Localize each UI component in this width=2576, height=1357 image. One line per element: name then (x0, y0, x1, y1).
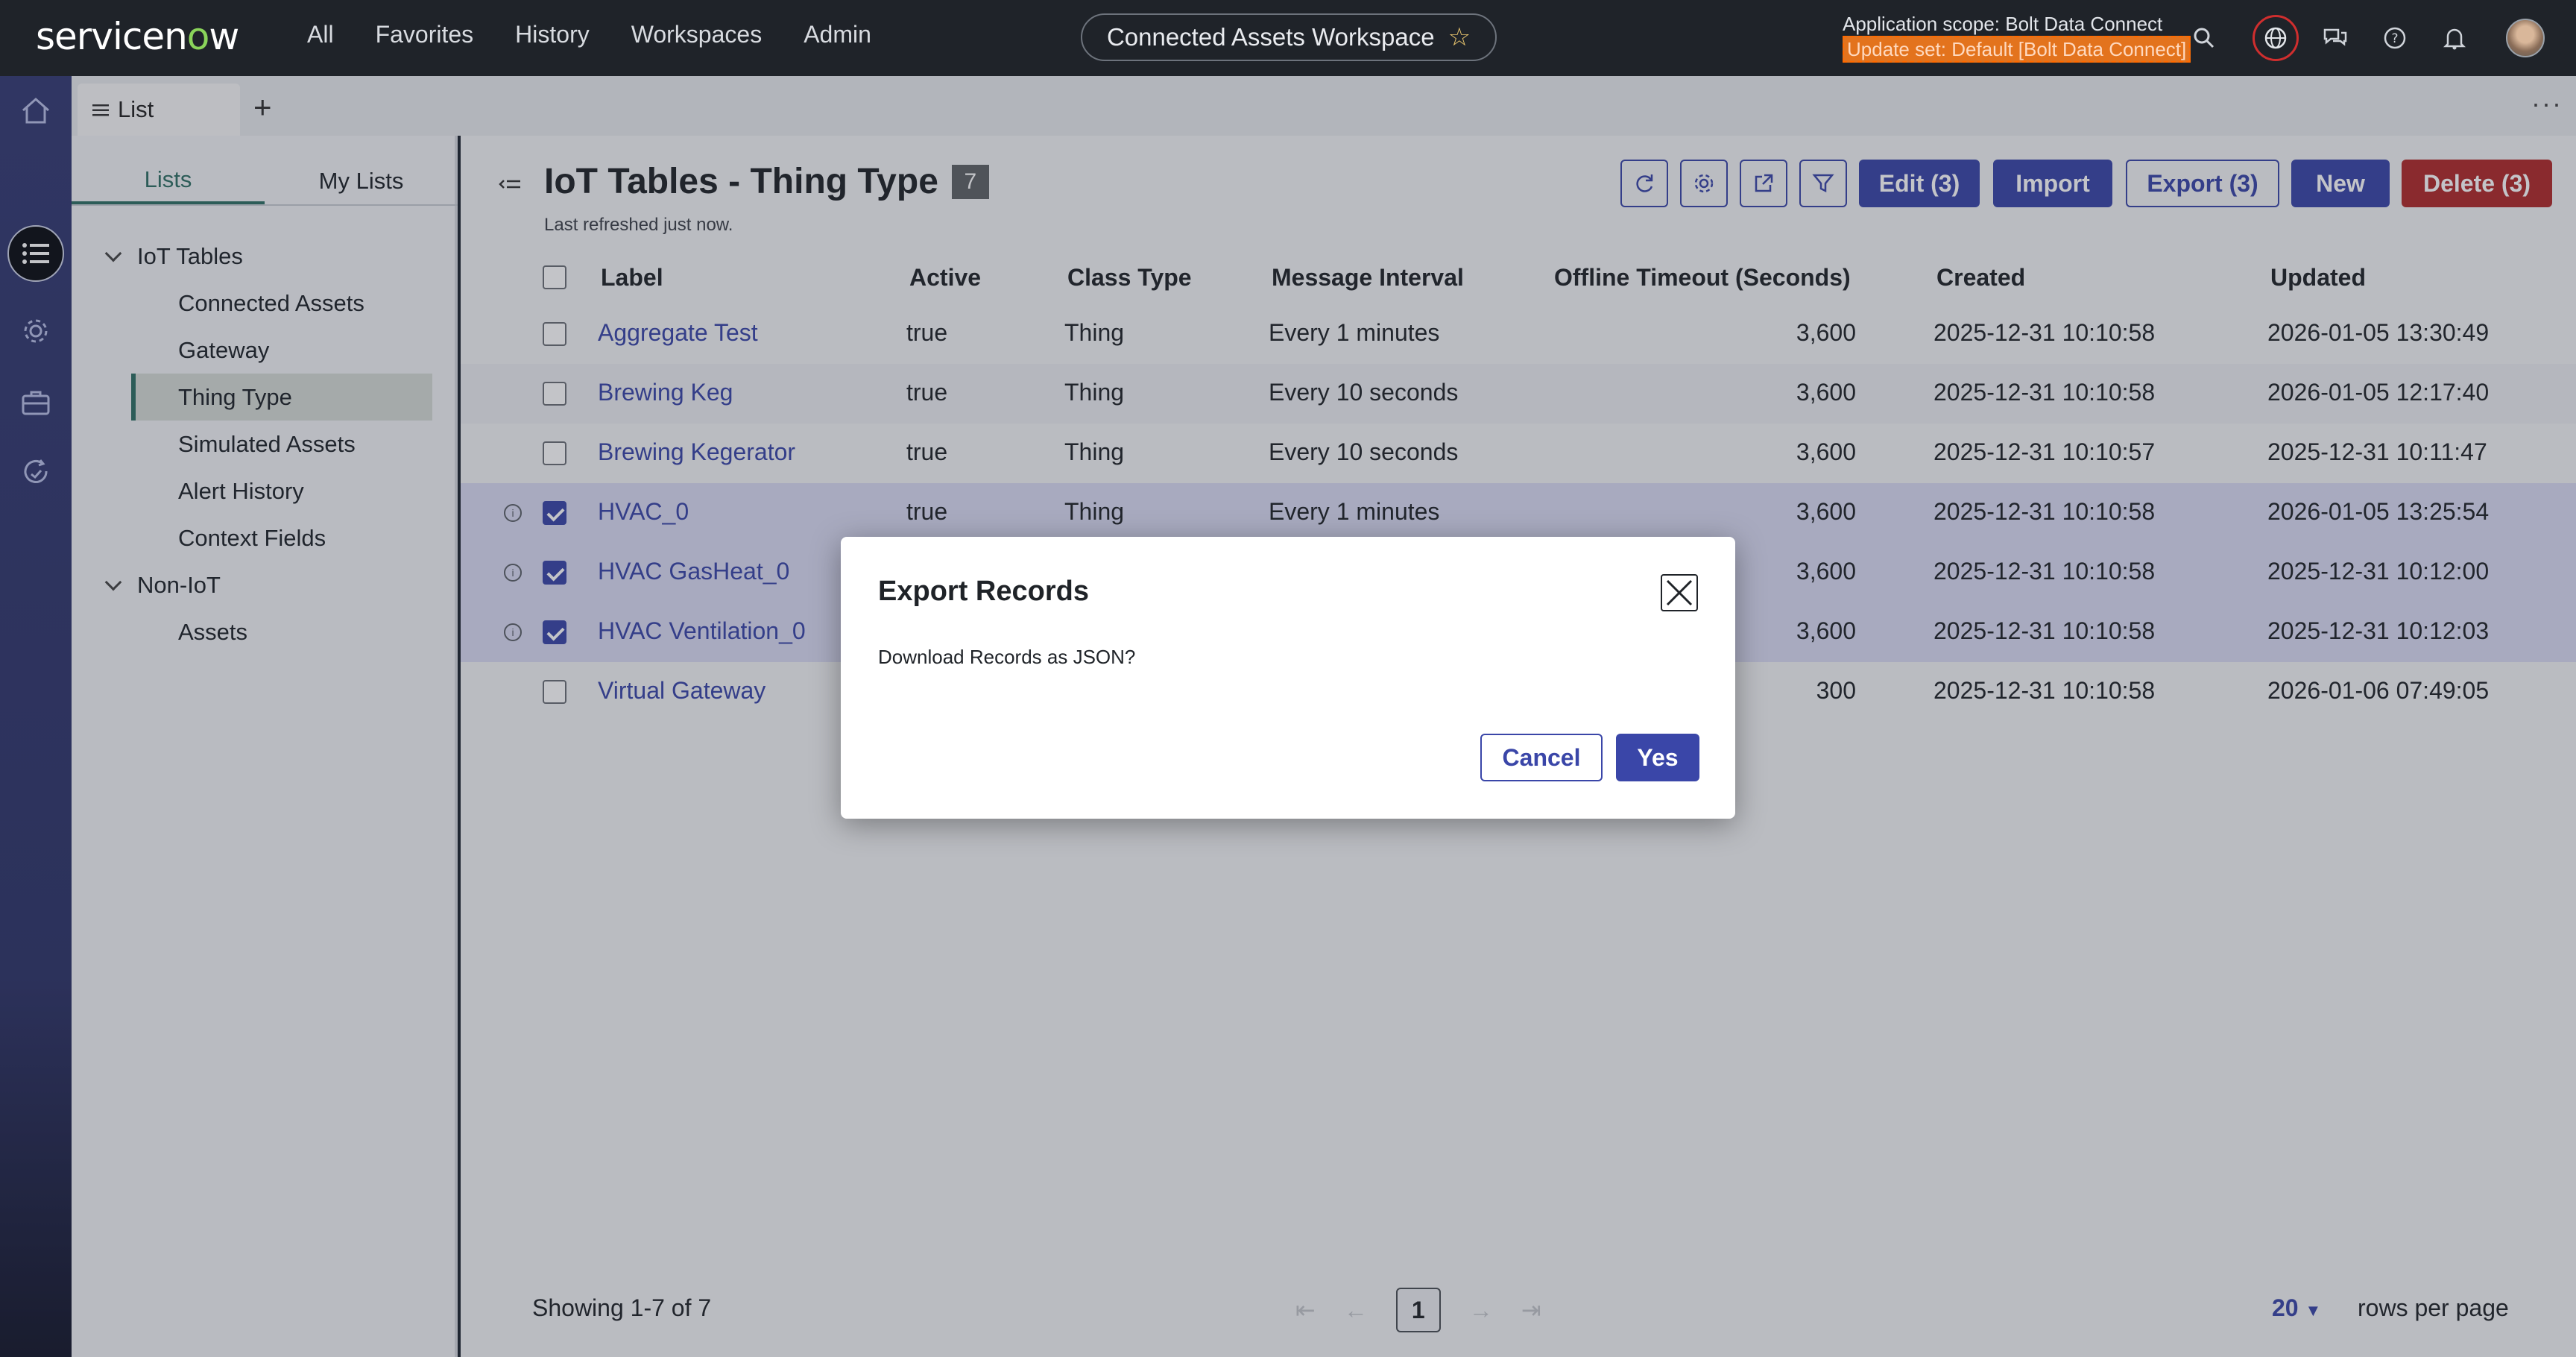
nav-history[interactable]: History (515, 21, 590, 48)
help-icon[interactable]: ? (2376, 19, 2414, 57)
star-icon[interactable]: ☆ (1448, 22, 1471, 52)
logo-text-suffix: w (209, 15, 239, 58)
nav-workspaces[interactable]: Workspaces (631, 21, 762, 48)
bell-icon[interactable] (2436, 19, 2473, 57)
logo-text-prefix: servicen (36, 15, 188, 58)
application-scope[interactable]: Application scope: Bolt Data Connect Upd… (1843, 12, 2191, 63)
export-records-dialog: Export Records Download Records as JSON?… (841, 537, 1735, 819)
chat-icon[interactable] (2317, 19, 2354, 57)
svg-text:?: ? (2391, 31, 2398, 46)
scope-label: Application scope: Bolt Data Connect (1843, 13, 2163, 35)
servicenow-logo[interactable]: servicenow (36, 15, 239, 58)
workspace-pill[interactable]: Connected Assets Workspace ☆ (1081, 13, 1497, 61)
nav-admin[interactable]: Admin (804, 21, 871, 48)
user-avatar[interactable] (2506, 19, 2545, 57)
logo-text-o: o (186, 15, 210, 58)
workspace-name: Connected Assets Workspace (1106, 23, 1435, 51)
globe-icon[interactable] (2253, 15, 2299, 61)
yes-button[interactable]: Yes (1616, 734, 1699, 781)
search-icon[interactable] (2185, 19, 2223, 57)
main-menu: All Favorites History Workspaces Admin (307, 21, 871, 48)
cancel-button[interactable]: Cancel (1480, 734, 1603, 781)
nav-all[interactable]: All (307, 21, 334, 48)
close-icon[interactable] (1661, 574, 1698, 611)
dialog-title: Export Records (878, 576, 1089, 607)
dialog-message: Download Records as JSON? (878, 646, 1136, 668)
update-set-label: Update set: Default [Bolt Data Connect] (1843, 36, 2191, 63)
top-navigation-bar: servicenow All Favorites History Workspa… (0, 0, 2576, 76)
nav-favorites[interactable]: Favorites (376, 21, 474, 48)
